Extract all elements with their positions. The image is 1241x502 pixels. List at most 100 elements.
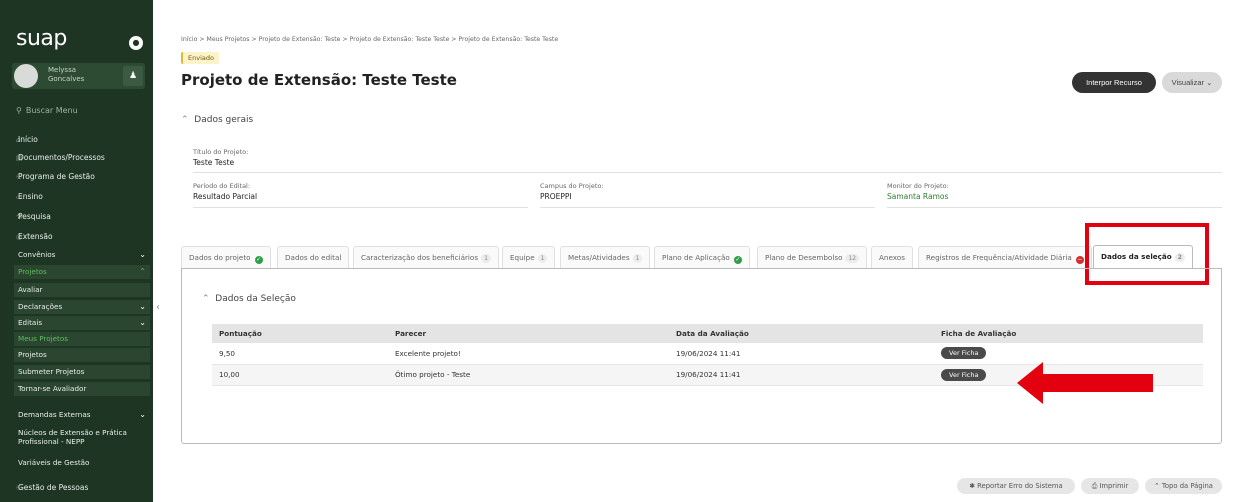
tab-plano-aplicacao[interactable]: Plano de Aplicação ✓ [654, 246, 750, 268]
sidebar-sub-avaliador[interactable]: Tornar-se Avaliador [14, 382, 150, 396]
check-icon: ✓ [733, 256, 742, 264]
sidebar-sub-submeter[interactable]: Submeter Projetos [14, 365, 150, 379]
sidebar-item-label: Declarações [18, 302, 63, 311]
field-campus: Campus do Projeto: PROEPPI [540, 182, 875, 208]
bug-icon: ✱ [969, 482, 975, 490]
sidebar-item-extensao[interactable]: ◎Extensão [0, 229, 153, 244]
error-icon: − [1075, 256, 1084, 264]
avatar [14, 64, 38, 88]
search-icon: ⚲ [16, 106, 22, 115]
tab-label: Equipe [510, 253, 535, 262]
interpor-recurso-button[interactable]: Interpor Recurso [1072, 72, 1156, 93]
column-header[interactable]: Data da Avaliação [669, 324, 934, 343]
people-icon: ⚇ [16, 484, 23, 492]
tab-label: Anexos [879, 253, 905, 262]
column-header[interactable]: Pontuação [212, 324, 388, 343]
sidebar-item-documentos[interactable]: ▤Documentos/Processos [0, 150, 153, 165]
field-value: Resultado Parcial [193, 192, 258, 201]
tab-panel-dados-selecao: ⌃ Dados da Seleção Pontuação Parecer Dat… [181, 268, 1222, 444]
breadcrumb[interactable]: Início > Meus Projetos > Projeto de Exte… [181, 36, 558, 43]
tab-anexos[interactable]: Anexos [871, 246, 913, 268]
chevron-down-icon: ⌄ [139, 410, 146, 419]
field-label: Campus do Projeto: [540, 182, 604, 190]
button-label: Topo da Página [1161, 482, 1213, 490]
sidebar: suap ● Melyssa Goncalves ♟ ⚲ Buscar Menu … [0, 0, 153, 502]
document-icon: ▤ [16, 154, 23, 162]
ver-ficha-button[interactable]: Ver Ficha [941, 347, 987, 360]
sidebar-item-label: Meus Projetos [18, 334, 68, 343]
tab-plano-desembolso[interactable]: Plano de Desembolso 12 [757, 246, 868, 268]
user-name: Melyssa Goncalves [48, 66, 85, 83]
sidebar-sub-demandas[interactable]: Demandas Externas ⌄ [14, 408, 150, 422]
tab-label: Registros de Frequência/Atividade Diária [926, 253, 1072, 262]
sidebar-sub-nepp[interactable]: Núcleos de Extensão e Prática Profission… [14, 428, 150, 451]
imprimir-button[interactable]: ⎙ Imprimir [1081, 478, 1139, 494]
tab-label: Dados do projeto [189, 253, 251, 262]
sidebar-item-label: Projetos [18, 350, 47, 359]
table-row: 9,50 Excelente projeto! 19/06/2024 11:41… [212, 343, 1203, 365]
sidebar-sub-avaliar[interactable]: Avaliar [14, 283, 150, 297]
flask-icon: ⚗ [16, 213, 23, 221]
suap-logo[interactable]: suap [16, 26, 67, 51]
tab-equipe[interactable]: Equipe 1 [502, 246, 556, 268]
cell-pontuacao: 9,50 [212, 343, 388, 365]
sidebar-item-label: Convênios [18, 250, 56, 259]
sidebar-item-label: Início [18, 135, 38, 144]
dados-gerais-toggle[interactable]: ⌃ Dados gerais [181, 115, 253, 125]
sidebar-sub-variaveis[interactable]: Variáveis de Gestão [14, 456, 150, 470]
sidebar-sub-declaracoes[interactable]: Declarações ⌄ [14, 300, 150, 314]
tab-caracterizacao[interactable]: Caracterização dos beneficiários 1 [353, 246, 499, 268]
column-header[interactable]: Parecer [388, 324, 669, 343]
field-monitor: Monitor do Projeto: Samanta Ramos [887, 182, 1222, 208]
sidebar-item-pesquisa[interactable]: ⚗Pesquisa [0, 209, 153, 224]
printer-icon: ⎙ [1091, 482, 1098, 490]
sidebar-item-ensino[interactable]: ▭Ensino [0, 189, 153, 204]
ver-ficha-button[interactable]: Ver Ficha [941, 368, 987, 381]
collapse-sidebar-icon[interactable]: ‹ [156, 302, 160, 313]
button-label: Reportar Erro do Sistema [977, 482, 1063, 490]
chevron-up-icon: ⌃ [1154, 482, 1160, 490]
tab-dados-projeto[interactable]: Dados do projeto ✓ [181, 246, 271, 268]
sidebar-sub-projetos[interactable]: Projetos ⌃ [14, 265, 150, 279]
user-icon[interactable]: ♟ [123, 66, 143, 86]
tab-metas[interactable]: Metas/Atividades 1 [560, 246, 651, 268]
tab-label: Caracterização dos beneficiários [361, 253, 479, 262]
column-header[interactable]: Ficha de Avaliação [934, 324, 1203, 343]
tab-dados-edital[interactable]: Dados do edital [277, 246, 350, 268]
cell-pontuacao: 10,00 [212, 364, 388, 386]
topo-pagina-button[interactable]: ⌃ Topo da Página [1145, 478, 1222, 494]
sidebar-item-label: Gestão de Pessoas [18, 483, 89, 492]
sidebar-item-label: Variáveis de Gestão [18, 458, 90, 467]
field-label: Título do Projeto: [193, 148, 249, 156]
tab-count: 1 [632, 254, 643, 263]
sidebar-sub-meus-projetos[interactable]: Meus Projetos [14, 332, 150, 346]
tab-label: Plano de Aplicação [662, 253, 730, 262]
reportar-erro-button[interactable]: ✱ Reportar Erro do Sistema [957, 478, 1075, 494]
chevron-up-icon: ⌃ [181, 115, 189, 125]
sidebar-item-label: Programa de Gestão [18, 172, 95, 181]
user-panel[interactable]: Melyssa Goncalves ♟ [12, 63, 145, 89]
sidebar-sub-projetos-list[interactable]: Projetos [14, 348, 150, 362]
tab-registros-frequencia[interactable]: Registros de Frequência/Atividade Diária… [918, 246, 1092, 268]
section-heading: Dados da Seleção [215, 294, 296, 304]
sidebar-item-label: Submeter Projetos [18, 367, 85, 376]
sidebar-item-gestao-pessoas[interactable]: ⚇Gestão de Pessoas [0, 480, 153, 495]
sidebar-item-inicio[interactable]: ⌂Início [0, 132, 153, 147]
cell-parecer: Excelente projeto! [388, 343, 669, 365]
field-periodo: Período do Edital: Resultado Parcial [193, 182, 528, 208]
sidebar-sub-convenios[interactable]: Convênios ⌄ [14, 248, 150, 262]
bell-icon[interactable]: ● [129, 36, 143, 50]
check-icon: ✓ [254, 256, 263, 264]
monitor-link[interactable]: Samanta Ramos [887, 192, 1222, 201]
tab-count: 1 [481, 254, 491, 263]
field-label: Monitor do Projeto: [887, 182, 949, 190]
dados-selecao-toggle[interactable]: ⌃ Dados da Seleção [202, 294, 296, 304]
search-placeholder: Buscar Menu [25, 106, 78, 115]
sidebar-item-label: Pesquisa [18, 212, 51, 221]
visualizar-dropdown-button[interactable]: Visualizar ⌄ [1162, 72, 1222, 93]
sidebar-sub-editais[interactable]: Editais ⌄ [14, 316, 150, 330]
tab-count: 1 [537, 254, 548, 263]
sidebar-item-programa-gestao[interactable]: ⚇Programa de Gestão [0, 169, 153, 184]
chevron-up-icon: ⌃ [139, 267, 146, 276]
search-menu[interactable]: ⚲ Buscar Menu [16, 106, 78, 115]
